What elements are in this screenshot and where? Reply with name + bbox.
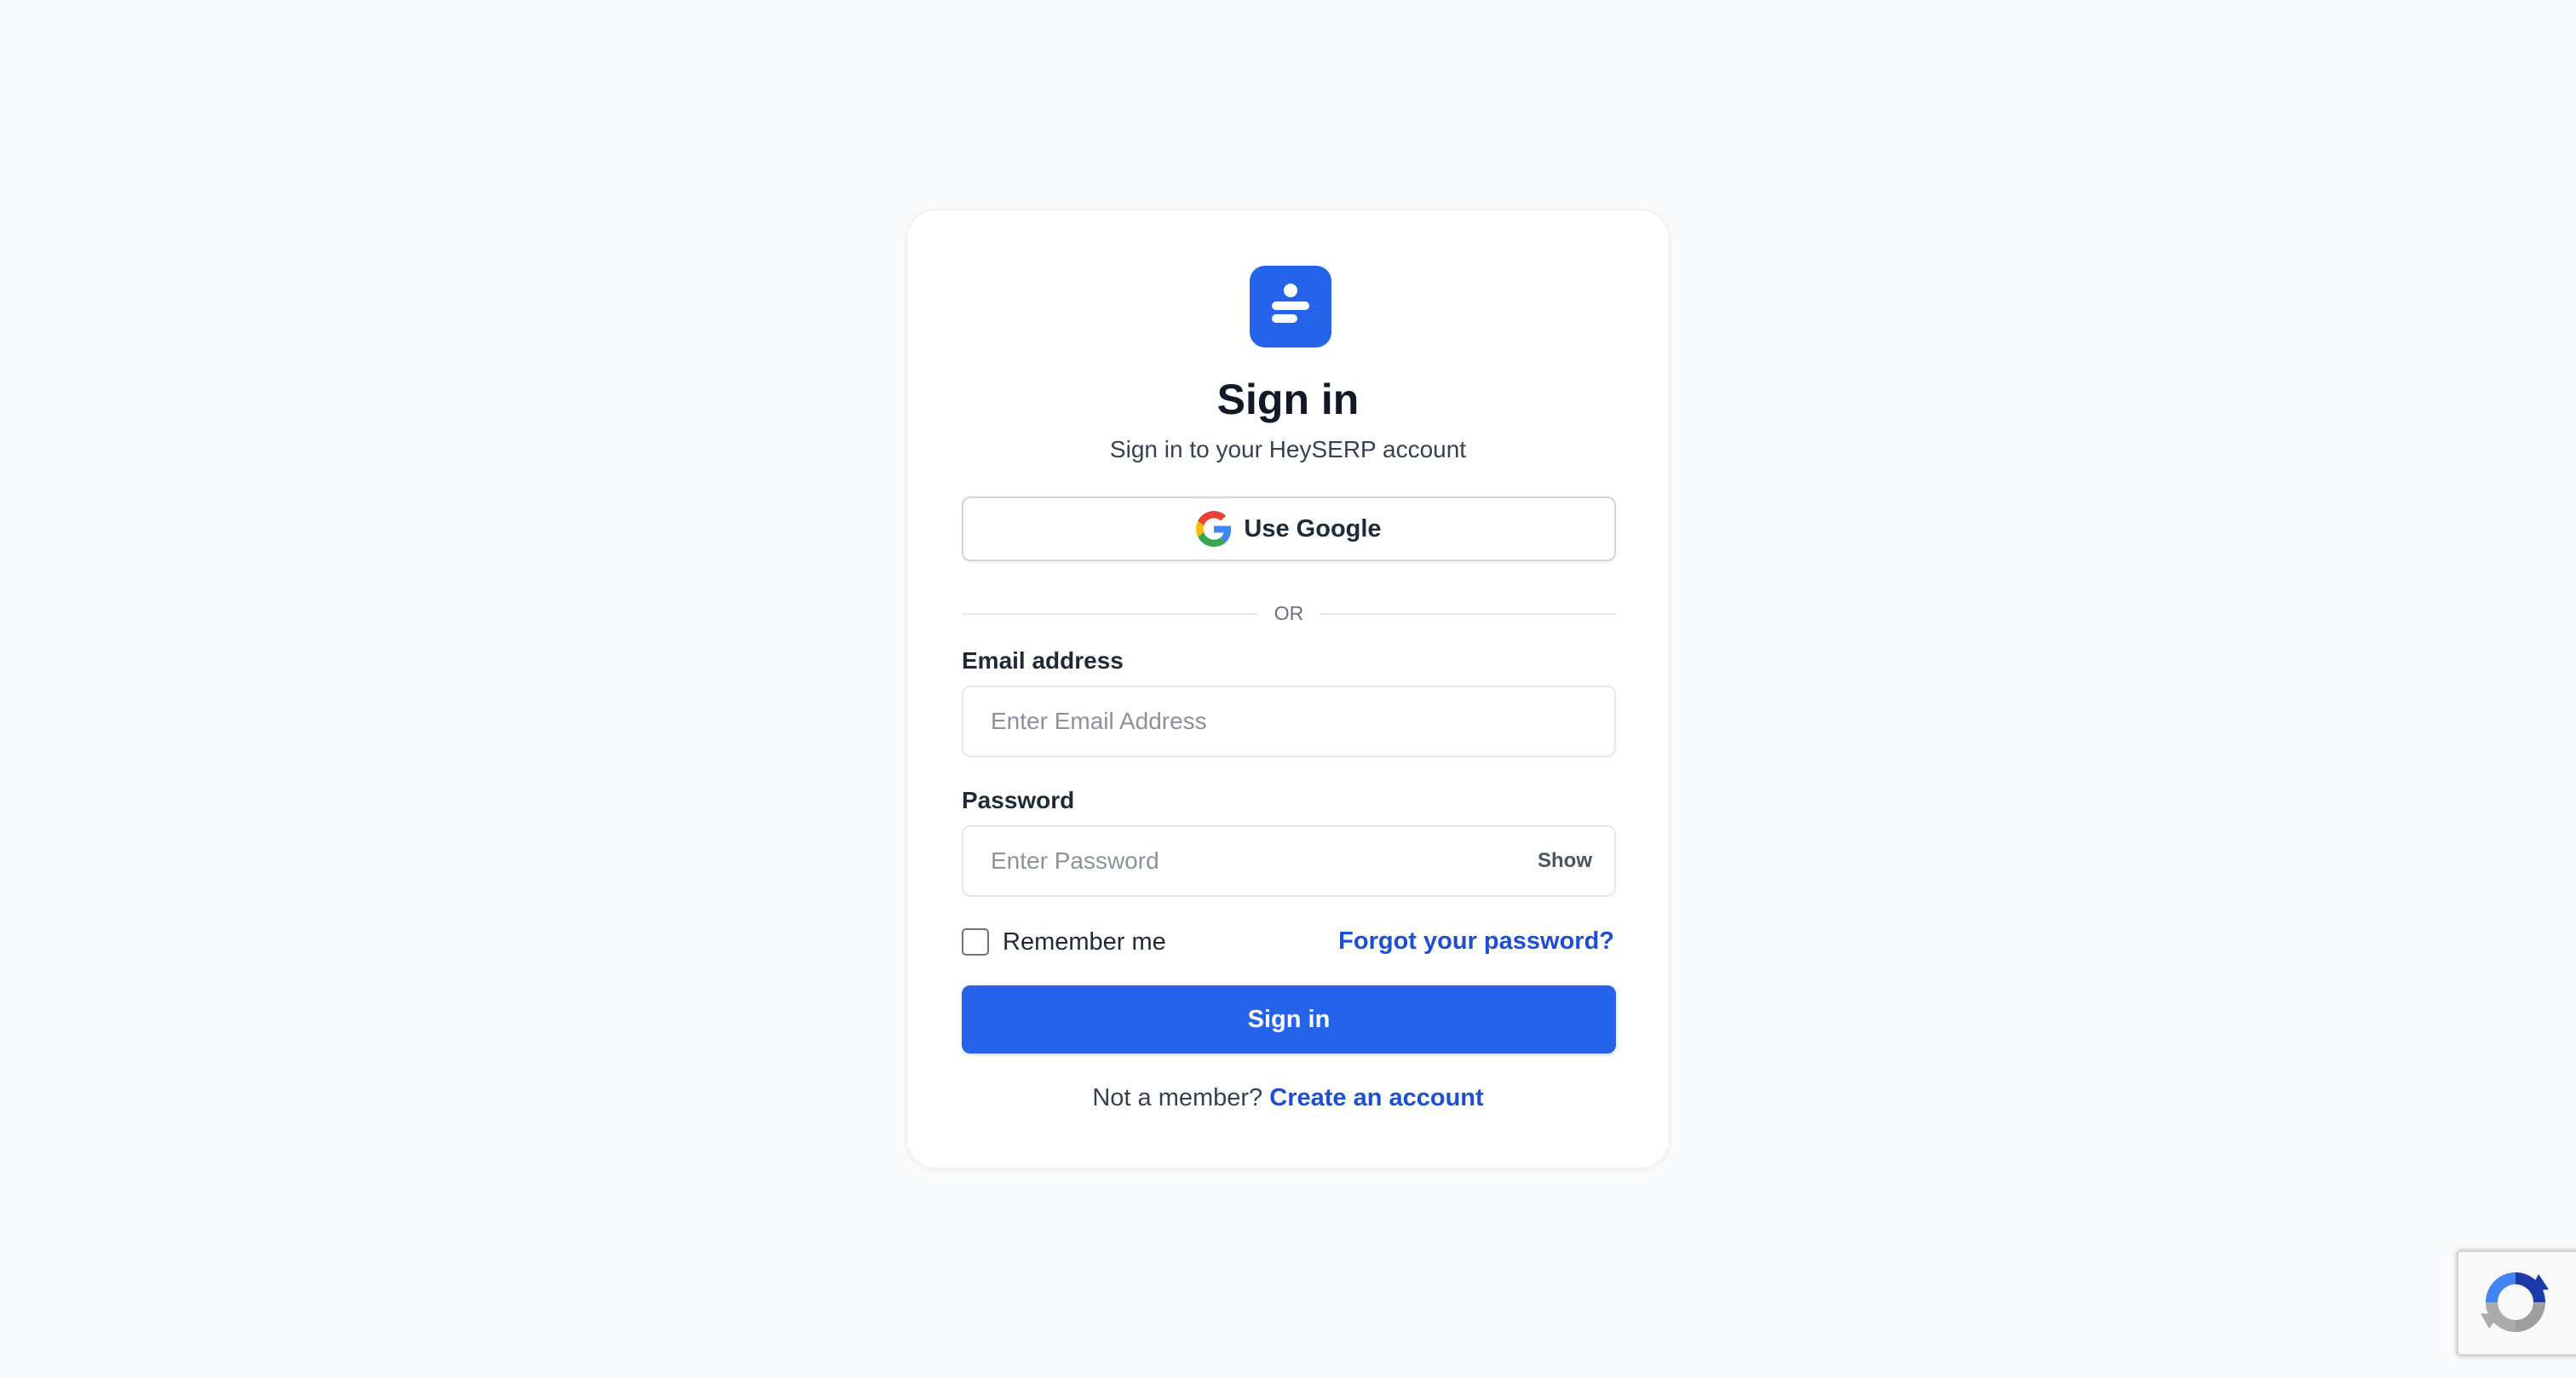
remember-me-label: Remember me xyxy=(1003,928,1166,956)
email-field[interactable] xyxy=(962,686,1616,757)
recaptcha-icon xyxy=(2481,1272,2549,1332)
sign-in-card: Sign in Sign in to your HeySERP account … xyxy=(906,209,1670,1169)
email-label: Email address xyxy=(962,647,1124,674)
show-password-button[interactable]: Show xyxy=(1538,847,1592,875)
recaptcha-badge[interactable] xyxy=(2457,1250,2576,1356)
create-account-link[interactable]: Create an account xyxy=(1269,1084,1483,1111)
not-member-text: Not a member? xyxy=(1092,1084,1263,1111)
or-divider: OR xyxy=(962,600,1616,626)
sign-in-button[interactable]: Sign in xyxy=(962,985,1616,1054)
signup-prompt: Not a member? Create an account xyxy=(907,1082,1669,1113)
heyserp-logo-icon xyxy=(1250,266,1331,347)
page-subtitle: Sign in to your HeySERP account xyxy=(1109,436,1467,462)
forgot-password-link[interactable]: Forgot your password? xyxy=(1338,926,1614,956)
google-icon xyxy=(1196,511,1232,547)
remember-me-checkbox[interactable] xyxy=(962,928,989,956)
page-title: Sign in xyxy=(1216,376,1360,423)
remember-me-checkbox-row[interactable]: Remember me xyxy=(962,927,1166,956)
use-google-button[interactable]: Use Google xyxy=(962,497,1616,561)
password-label: Password xyxy=(962,787,1075,813)
password-field[interactable] xyxy=(962,825,1616,897)
use-google-label: Use Google xyxy=(1244,514,1382,543)
